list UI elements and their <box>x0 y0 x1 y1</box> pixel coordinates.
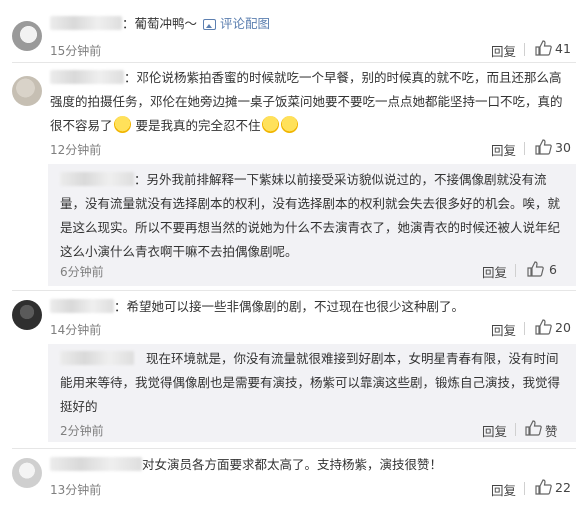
comment-body-tail: 要是我真的完全忍不住 <box>135 118 261 133</box>
divider <box>515 423 516 436</box>
timestamp: 6分钟前 <box>60 265 104 279</box>
reply-button[interactable]: 回复 <box>482 421 507 440</box>
avatar[interactable] <box>12 300 42 330</box>
timestamp: 2分钟前 <box>60 424 104 438</box>
redacted-username <box>50 16 122 30</box>
like-count: 20 <box>555 320 571 335</box>
username[interactable]: ：葡萄冲鸭～ <box>122 16 197 31</box>
thumbs-up-icon[interactable] <box>525 420 542 436</box>
comment-text: 现在环境就是，你没有流量就很难接到好剧本，女明星青春有限，没有时间能用来等待，我… <box>60 347 568 419</box>
comment-body: ：另外我前排解释一下紫妹以前接受采访貌似说过的，不接偶像剧就没有流量，没有流量就… <box>60 172 561 259</box>
like-count: 41 <box>555 41 571 56</box>
comment-divider <box>12 62 576 63</box>
timestamp: 14分钟前 <box>50 323 102 337</box>
comment-header: ：葡萄冲鸭～ 评论配图 <box>50 12 270 36</box>
image-icon[interactable] <box>203 19 217 30</box>
thumbs-up-icon[interactable] <box>535 40 552 56</box>
comment-body: ：希望她可以接一些非偶像剧的剧，不过现在也很少这种剧了。 <box>114 299 465 314</box>
divider <box>524 322 525 335</box>
divider <box>524 482 525 495</box>
thumbs-up-icon[interactable] <box>535 139 552 155</box>
timestamp: 15分钟前 <box>50 44 102 58</box>
comment-text: ：另外我前排解释一下紫妹以前接受采访貌似说过的，不接偶像剧就没有流量，没有流量就… <box>60 168 568 264</box>
timestamp: 13分钟前 <box>50 483 102 497</box>
redacted-username <box>50 457 142 471</box>
avatar[interactable] <box>12 76 42 106</box>
reply-button[interactable]: 回复 <box>491 140 516 159</box>
avatar[interactable] <box>12 458 42 488</box>
reply-button[interactable]: 回复 <box>491 320 516 339</box>
thumbs-up-icon[interactable] <box>535 479 552 495</box>
like-count: 30 <box>555 140 571 155</box>
like-count: 22 <box>555 480 571 495</box>
thumbs-up-icon[interactable] <box>535 319 552 335</box>
comment-text: ：邓伦说杨紫拍香蜜的时候就吃一个早餐，别的时候真的就不吃，而且还那么高强度的拍摄… <box>50 66 570 138</box>
divider <box>515 264 516 277</box>
comment-body: 对女演员各方面要求都太高了。支持杨紫，演技很赞！ <box>142 457 443 472</box>
comment-text: 对女演员各方面要求都太高了。支持杨紫，演技很赞！ <box>50 453 570 477</box>
comment-divider <box>12 290 576 291</box>
reply-button[interactable]: 回复 <box>482 262 507 281</box>
crying-emoji-icon <box>113 116 131 133</box>
timestamp: 12分钟前 <box>50 143 102 157</box>
reply-button[interactable]: 回复 <box>491 480 516 499</box>
like-count: 6 <box>549 262 557 277</box>
comment-image-link[interactable]: 评论配图 <box>220 16 270 31</box>
thumbs-up-icon[interactable] <box>527 261 544 277</box>
divider <box>524 43 525 56</box>
redacted-username <box>60 351 134 365</box>
comment-text: ：希望她可以接一些非偶像剧的剧，不过现在也很少这种剧了。 <box>50 295 570 319</box>
like-button-label[interactable]: 赞 <box>545 421 558 440</box>
comment-divider <box>12 448 576 449</box>
redacted-username <box>50 70 124 84</box>
avatar[interactable] <box>12 21 42 51</box>
comment-body: 现在环境就是，你没有流量就很难接到好剧本，女明星青春有限，没有时间能用来等待，我… <box>60 351 561 414</box>
laughing-crying-emoji-icon <box>280 116 298 133</box>
divider <box>524 142 525 155</box>
laughing-crying-emoji-icon <box>261 116 279 133</box>
reply-button[interactable]: 回复 <box>491 41 516 60</box>
redacted-username <box>60 172 134 186</box>
redacted-username <box>50 299 114 313</box>
